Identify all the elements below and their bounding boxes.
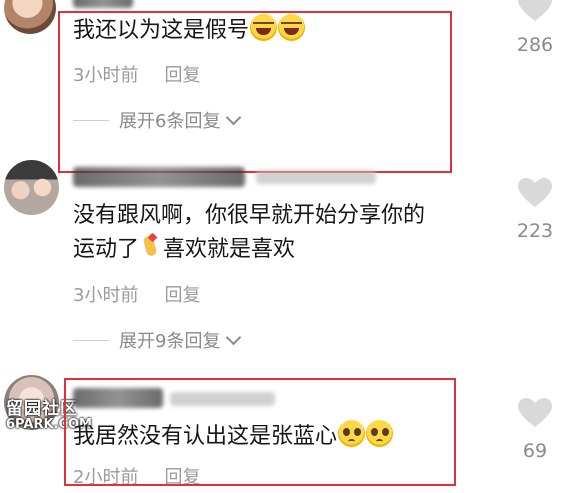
- blurred-location: [256, 170, 376, 184]
- blurred-username: [73, 388, 163, 408]
- reply-button[interactable]: 回复: [164, 467, 200, 488]
- chevron-down-icon: [226, 109, 242, 125]
- laugh-cry-emoji: [278, 14, 306, 41]
- blurred-username: [73, 0, 133, 8]
- like-button[interactable]: 286: [500, 0, 570, 56]
- comment-time: 3小时前: [73, 65, 139, 86]
- expand-replies-button[interactable]: 展开6条回复: [73, 107, 242, 133]
- divider-line: [73, 339, 109, 341]
- like-button[interactable]: 69: [500, 398, 570, 462]
- blurred-username: [73, 167, 245, 187]
- comment-meta: 3小时前 回复: [73, 281, 200, 307]
- reply-button[interactable]: 回复: [164, 285, 200, 306]
- chevron-down-icon: [226, 329, 242, 345]
- comment-time: 2小时前: [73, 467, 139, 488]
- comment-text-line2: 运动了 喜欢就是喜欢: [73, 233, 295, 267]
- heart-icon: [518, 178, 552, 207]
- like-button[interactable]: 223: [500, 178, 570, 242]
- comment-meta: 3小时前 回复: [73, 61, 200, 87]
- heart-icon: [518, 398, 552, 427]
- comment-text: 我还以为这是假号: [73, 14, 306, 48]
- pleading-face-emoji: [366, 420, 394, 447]
- comment-meta: 2小时前 回复: [73, 463, 200, 489]
- blurred-location: [170, 392, 275, 406]
- like-count: 69: [522, 440, 548, 462]
- reply-button[interactable]: 回复: [164, 65, 200, 86]
- like-count: 223: [516, 220, 554, 242]
- comment-text: 没有跟风啊，你很早就开始分享你的: [73, 203, 426, 228]
- like-count: 286: [516, 34, 554, 56]
- heart-icon: [518, 0, 552, 21]
- laugh-cry-emoji: [250, 14, 278, 41]
- commenter-avatar[interactable]: [4, 160, 59, 215]
- expand-replies-button[interactable]: 展开9条回复: [73, 327, 242, 353]
- finger-heart-emoji: [141, 234, 161, 260]
- comment-time: 3小时前: [73, 285, 139, 306]
- divider-line: [73, 119, 109, 121]
- commenter-avatar[interactable]: [4, 0, 56, 34]
- pleading-face-emoji: [338, 420, 366, 447]
- comment-text: 我居然没有认出这是张蓝心: [73, 420, 394, 454]
